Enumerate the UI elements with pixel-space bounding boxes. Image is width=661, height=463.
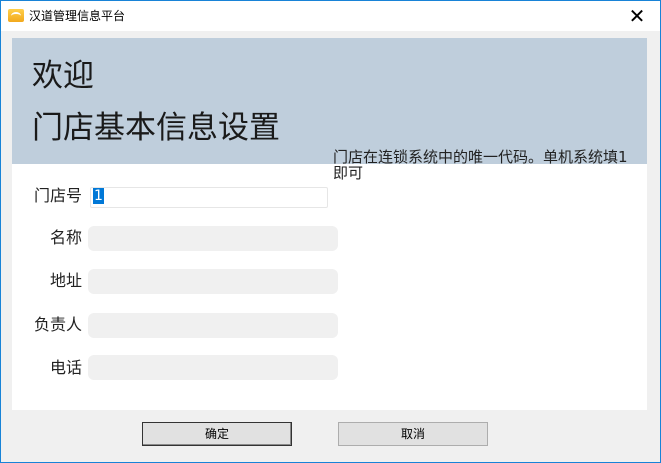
name-label: 名称 — [49, 228, 82, 247]
cancel-button[interactable]: 取消 — [338, 422, 488, 446]
store-no-input[interactable]: 1 — [90, 187, 328, 208]
window-title: 汉道管理信息平台 — [29, 9, 126, 23]
phone-label: 电话 — [49, 358, 82, 377]
store-no-label: 门店号 — [33, 186, 82, 205]
page-title: 门店基本信息设置 — [32, 110, 280, 146]
store-no-hint: 门店在连锁系统中的唯一代码。单机系统填1即可 — [333, 148, 628, 182]
manager-input[interactable] — [88, 313, 338, 338]
manager-label: 负责人 — [33, 315, 82, 334]
store-no-value: 1 — [93, 188, 104, 204]
content-panel: 欢迎 门店基本信息设置 门店号 1 名称 地址 负责人 电话 — [12, 38, 647, 410]
phone-input[interactable] — [88, 355, 338, 380]
address-input[interactable] — [88, 269, 338, 294]
ok-button[interactable]: 确定 — [142, 422, 292, 446]
app-icon — [8, 9, 24, 22]
welcome-header: 欢迎 门店基本信息设置 — [12, 38, 647, 164]
title-bar[interactable]: 汉道管理信息平台 ✕ — [1, 1, 660, 31]
address-label: 地址 — [49, 271, 82, 290]
welcome-heading: 欢迎 — [32, 58, 94, 94]
name-input[interactable] — [88, 226, 338, 251]
close-button[interactable]: ✕ — [614, 1, 660, 31]
